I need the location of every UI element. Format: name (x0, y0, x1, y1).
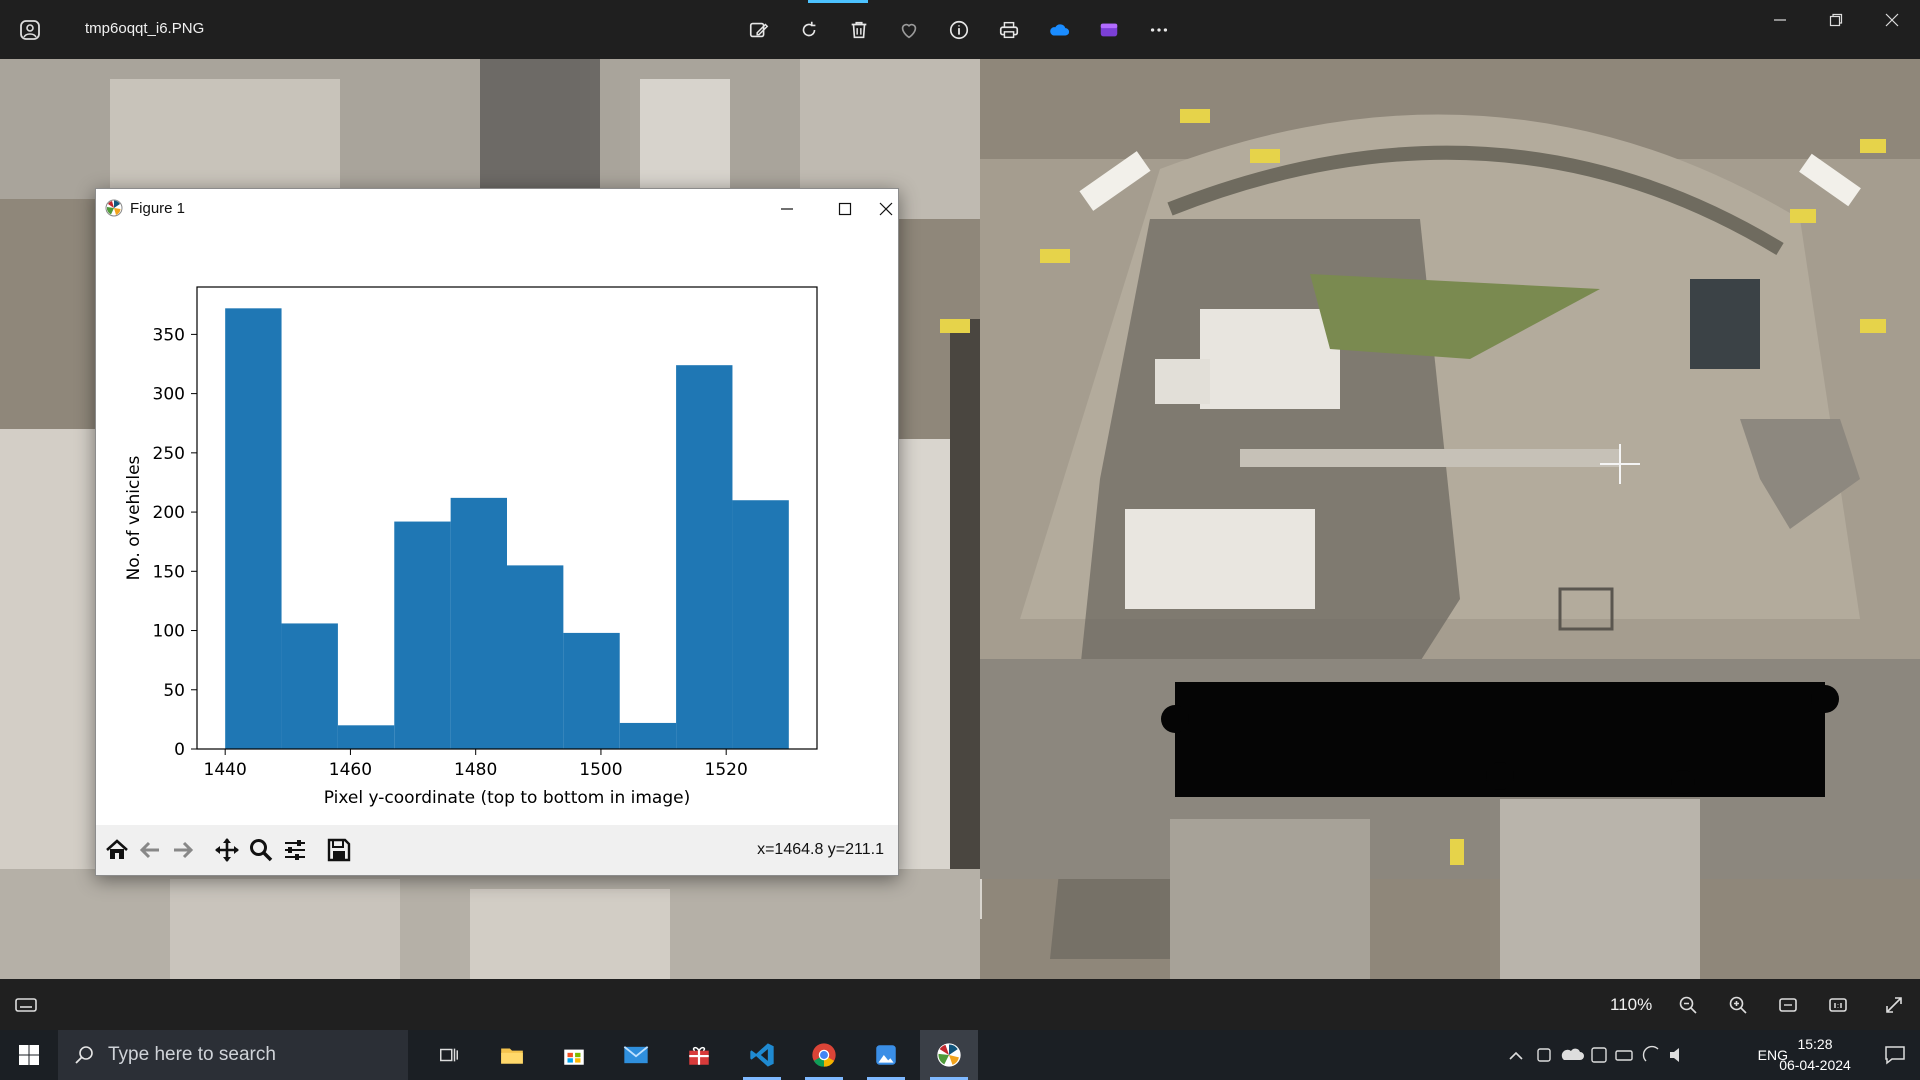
y-tick-label: 350 (153, 325, 185, 345)
figure-window[interactable]: Figure 1 1440 1460 1480 1500 1520 0 50 100 150 20… (95, 188, 899, 876)
rotate-icon[interactable] (790, 10, 828, 50)
figure-canvas[interactable]: 1440 1460 1480 1500 1520 0 50 100 150 200 250 300 35… (96, 228, 898, 813)
search-icon (75, 1046, 93, 1064)
taskbar-search-box[interactable]: Type here to search (58, 1030, 408, 1080)
clipchamp-icon[interactable] (1090, 10, 1128, 50)
zoom-level: 110% (1610, 995, 1653, 1014)
photos-app-icon (18, 18, 42, 42)
favorite-icon[interactable] (890, 10, 928, 50)
y-axis-label: No. of vehicles (124, 455, 144, 580)
close-icon[interactable] (1864, 0, 1920, 40)
photos-titlebar: tmp6oqqt_i6.PNG (0, 0, 1920, 59)
photo-viewer-bar: 110% (0, 979, 1920, 1030)
cursor-coordinate-readout: x=1464.8 y=211.1 (757, 841, 884, 858)
figure-close-icon[interactable] (874, 189, 898, 228)
actual-size-icon[interactable] (1824, 991, 1852, 1019)
configure-icon[interactable] (280, 835, 310, 865)
more-icon[interactable] (1140, 10, 1178, 50)
x-tick-label: 1520 (705, 760, 748, 780)
filmstrip-icon[interactable] (14, 993, 38, 1017)
figure-titlebar[interactable]: Figure 1 (96, 189, 898, 228)
x-tick-label: 1500 (579, 760, 622, 780)
notification-icon[interactable] (1884, 1044, 1906, 1066)
matplotlib-logo-icon (105, 199, 123, 217)
microsoft-store-icon[interactable] (545, 1030, 603, 1080)
y-tick-label: 0 (174, 740, 185, 760)
histogram-bar (732, 500, 789, 749)
matplotlib-icon[interactable] (920, 1030, 978, 1080)
x-tick-label: 1460 (329, 760, 372, 780)
chrome-icon[interactable] (795, 1030, 853, 1080)
active-tab-indicator (808, 0, 868, 3)
restore-icon[interactable] (1808, 0, 1864, 40)
figure-title: Figure 1 (130, 200, 186, 217)
minimize-icon[interactable] (1752, 0, 1808, 40)
search-placeholder: Type here to search (108, 1044, 276, 1065)
histogram-bar (281, 623, 338, 749)
fullscreen-icon[interactable] (1880, 991, 1908, 1019)
histogram-bar (450, 497, 507, 749)
delete-icon[interactable] (840, 10, 878, 50)
back-icon[interactable] (135, 835, 165, 865)
clock-time[interactable]: 15:28 (1770, 1036, 1860, 1052)
zoom-icon[interactable] (246, 835, 276, 865)
clock-date[interactable]: 06-04-2024 (1770, 1057, 1860, 1073)
histogram-bar (225, 308, 282, 749)
tray-icons[interactable] (1500, 1045, 1790, 1065)
pan-icon[interactable] (212, 835, 242, 865)
x-axis-label: Pixel y-coordinate (top to bottom in ima… (324, 788, 690, 808)
histogram-bar (563, 632, 620, 749)
y-tick-label: 100 (153, 622, 185, 642)
figure-toolbar: x=1464.8 y=211.1 (96, 825, 898, 875)
y-tick-label: 150 (153, 562, 185, 582)
task-view-icon[interactable] (420, 1030, 478, 1080)
histogram-bar (676, 365, 733, 749)
gift-app-icon[interactable] (670, 1030, 728, 1080)
x-tick-label: 1480 (454, 760, 497, 780)
figure-maximize-icon[interactable] (816, 189, 874, 228)
figure-minimize-icon[interactable] (758, 189, 816, 228)
x-tick-label: 1440 (204, 760, 247, 780)
zoom-out-icon[interactable] (1674, 991, 1702, 1019)
photos-icon[interactable] (857, 1030, 915, 1080)
file-name: tmp6oqqt_i6.PNG (85, 20, 205, 37)
y-tick-label: 250 (153, 444, 185, 464)
home-icon[interactable] (102, 835, 132, 865)
info-icon[interactable] (940, 10, 978, 50)
onedrive-icon[interactable] (1040, 10, 1078, 50)
y-tick-label: 300 (153, 385, 185, 405)
histogram-bar (619, 722, 677, 749)
histogram-bar (394, 521, 451, 749)
y-tick-label: 50 (163, 681, 185, 701)
y-tick-label: 200 (153, 503, 185, 523)
fit-window-icon[interactable] (1774, 991, 1802, 1019)
histogram-bar (337, 725, 395, 749)
windows-start-icon[interactable] (0, 1030, 58, 1080)
histogram-chart[interactable]: 1440 1460 1480 1500 1520 0 50 100 150 200 250 300 35… (96, 228, 898, 813)
mail-icon[interactable] (607, 1030, 665, 1080)
edit-image-icon[interactable] (740, 10, 778, 50)
histogram-bar (507, 565, 564, 749)
zoom-in-icon[interactable] (1724, 991, 1752, 1019)
save-icon[interactable] (324, 835, 354, 865)
file-explorer-icon[interactable] (483, 1030, 541, 1080)
windows-taskbar: Type here to search ENG 15:28 06-04-2024 (0, 1030, 1920, 1080)
vscode-icon[interactable] (733, 1030, 791, 1080)
forward-icon[interactable] (168, 835, 198, 865)
print-icon[interactable] (990, 10, 1028, 50)
system-tray: ENG 15:28 06-04-2024 (1500, 1030, 1920, 1080)
